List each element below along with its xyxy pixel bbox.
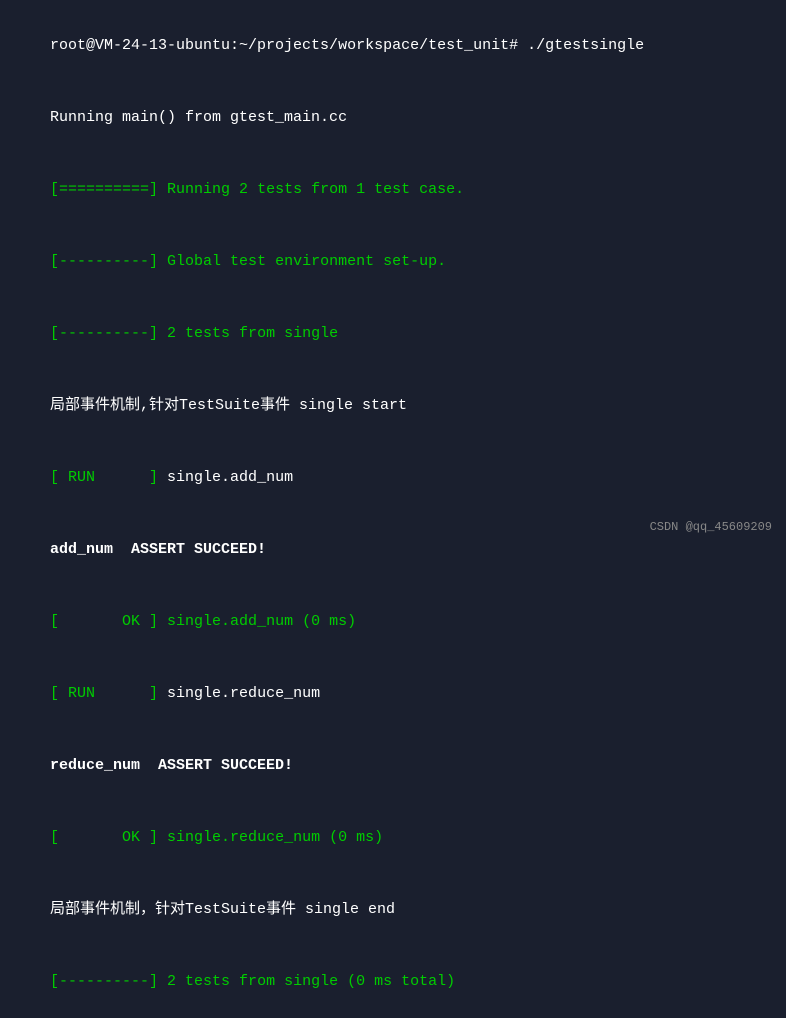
- output-text: single.reduce_num: [158, 685, 320, 702]
- output-text: Running 2 tests from 1 test case.: [158, 181, 464, 198]
- gtest-bracket: [----------]: [50, 325, 158, 342]
- gtest-bracket: [ OK ]: [50, 829, 158, 846]
- gtest-bracket: [==========]: [50, 181, 158, 198]
- output-text: 局部事件机制,针对TestSuite事件 single start: [50, 397, 407, 414]
- terminal-line: [ OK ] single.reduce_num (0 ms): [14, 802, 772, 874]
- command: ./gtestsingle: [527, 37, 644, 54]
- output-text: Running main() from gtest_main.cc: [50, 109, 347, 126]
- gtest-bracket: [ RUN ]: [50, 685, 158, 702]
- terminal-line: [ OK ] single.add_num (0 ms): [14, 586, 772, 658]
- output-text: 2 tests from single: [158, 325, 338, 342]
- output-text: 局部事件机制，针对TestSuite事件 single end: [50, 901, 395, 918]
- gtest-bracket: [ OK ]: [50, 613, 158, 630]
- terminal-line: root@VM-24-13-ubuntu:~/projects/workspac…: [14, 10, 772, 82]
- terminal-line: 局部事件机制,针对TestSuite事件 single start: [14, 370, 772, 442]
- terminal-line: [----------] 2 tests from single: [14, 298, 772, 370]
- output-text: Global test environment set-up.: [158, 253, 446, 270]
- output-text: 2 tests from single (0 ms total): [158, 973, 455, 990]
- output-text: single.add_num (0 ms): [158, 613, 356, 630]
- gtest-bracket: [ RUN ]: [50, 469, 158, 486]
- assert-result: reduce_num ASSERT SUCCEED!: [50, 757, 293, 774]
- gtest-bracket: [----------]: [50, 973, 158, 990]
- prompt: root@VM-24-13-ubuntu:~/projects/workspac…: [50, 37, 527, 54]
- output-text: single.add_num: [158, 469, 293, 486]
- terminal-line: reduce_num ASSERT SUCCEED!: [14, 730, 772, 802]
- gtest-bracket: [----------]: [50, 253, 158, 270]
- terminal-line: 局部事件机制，针对TestSuite事件 single end: [14, 874, 772, 946]
- watermark: CSDN @qq_45609209: [650, 520, 772, 534]
- terminal-line: Running main() from gtest_main.cc: [14, 82, 772, 154]
- output-text: single.reduce_num (0 ms): [158, 829, 383, 846]
- terminal-line: [ RUN ] single.reduce_num: [14, 658, 772, 730]
- terminal-line: [ RUN ] single.add_num: [14, 442, 772, 514]
- terminal-line: [----------] Global test environment set…: [14, 226, 772, 298]
- terminal-window: root@VM-24-13-ubuntu:~/projects/workspac…: [0, 0, 786, 544]
- terminal-line: [==========] Running 2 tests from 1 test…: [14, 154, 772, 226]
- terminal-line: [----------] 2 tests from single (0 ms t…: [14, 946, 772, 1018]
